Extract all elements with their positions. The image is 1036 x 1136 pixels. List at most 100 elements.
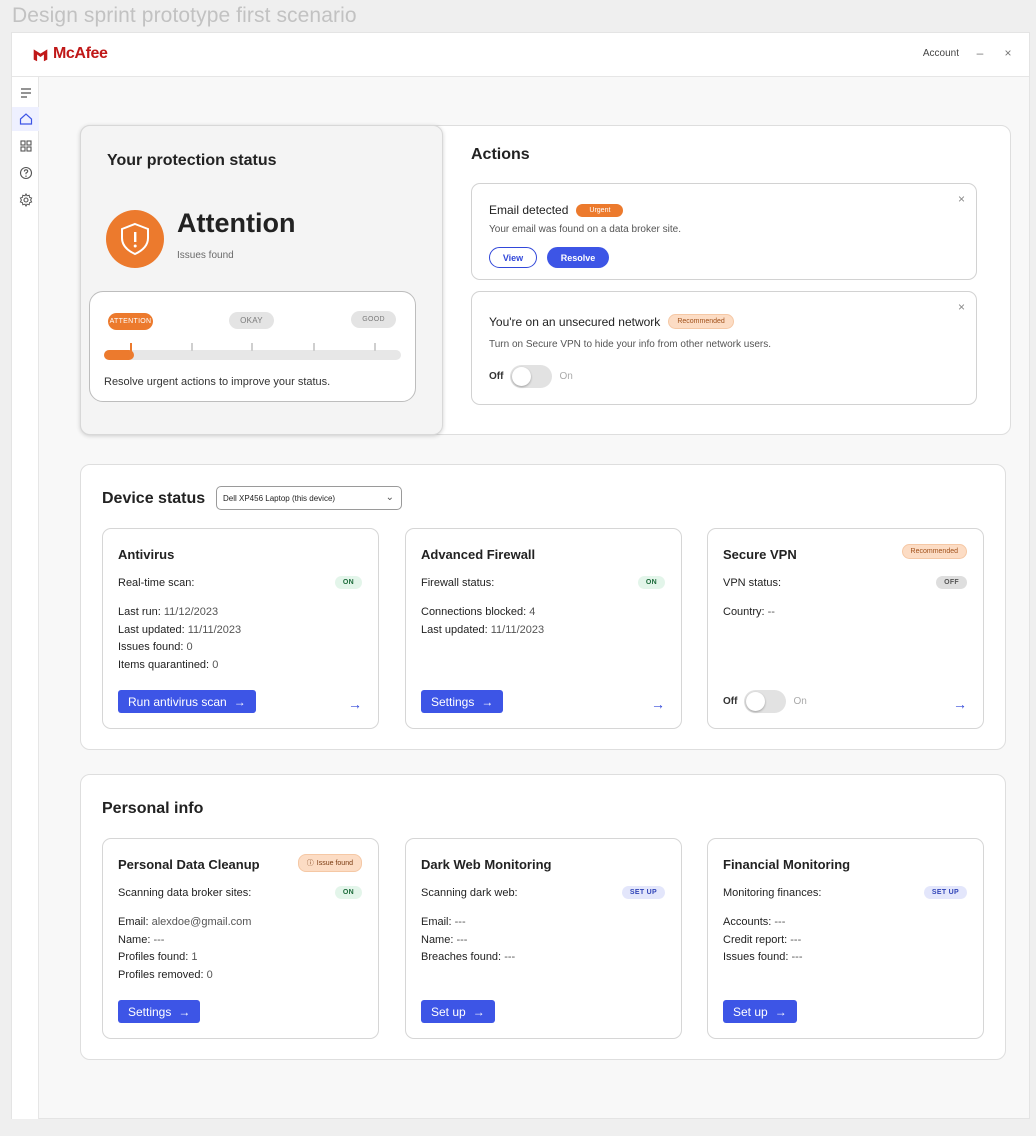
financial-setup-button[interactable]: Set up → — [723, 1000, 797, 1023]
toggle-on-label: On — [559, 371, 573, 382]
protection-title: Your protection status — [107, 152, 277, 169]
detail-value: 11/12/2023 — [163, 606, 219, 618]
detail-key: Issues found: — [723, 951, 789, 963]
canvas-label: Design sprint prototype first scenario — [12, 4, 357, 27]
card-details: Email: --- Name: --- Breaches found: --- — [421, 914, 515, 967]
detail-key: Accounts: — [723, 916, 772, 928]
menu-icon — [20, 88, 31, 98]
actions-title: Actions — [471, 146, 530, 163]
detail-value: --- — [504, 951, 516, 963]
alert-circle-icon: ⓘ — [306, 860, 314, 867]
close-window-button[interactable]: × — [1001, 46, 1015, 60]
recommended-badge: Recommended — [668, 314, 734, 329]
toggle-knob — [512, 367, 532, 386]
chevron-down-icon: ⌄ — [385, 492, 394, 503]
scale-tick — [191, 343, 193, 351]
brand-logo: McAfee — [32, 45, 108, 63]
status-chip: OFF — [936, 576, 967, 589]
open-antivirus-arrow-icon[interactable]: → — [348, 696, 362, 712]
device-select-value: Dell XP456 Laptop (this device) — [223, 493, 336, 503]
status-label: Scanning dark web: — [421, 887, 518, 899]
cleanup-settings-button[interactable]: Settings → — [118, 1000, 201, 1023]
account-menu[interactable]: Account — [923, 48, 959, 59]
card-title: Personal Data Cleanup — [118, 857, 260, 872]
detail-key: Items quarantined: — [118, 658, 210, 671]
card-details: Last run: 11/12/2023 Last updated: 11/11… — [118, 604, 241, 674]
sidebar-item-settings[interactable] — [12, 188, 39, 212]
open-vpn-arrow-icon[interactable]: → — [953, 696, 967, 712]
vpn-toggle-row: Off On — [723, 690, 807, 713]
detail-key: Issues found: — [118, 641, 184, 653]
button-label: Settings — [128, 1004, 172, 1019]
device-select[interactable]: Dell XP456 Laptop (this device) ⌄ — [216, 486, 402, 510]
view-button[interactable]: View — [489, 247, 537, 268]
button-label: Set up — [431, 1004, 466, 1019]
detail-key: Last run: — [118, 606, 161, 618]
detail-value: 11/11/2023 — [490, 623, 545, 636]
gear-icon — [19, 193, 32, 207]
toggle-off-label: Off — [723, 696, 738, 707]
card-title: Advanced Firewall — [421, 547, 536, 562]
arrow-right-icon: → — [472, 1004, 485, 1019]
resolve-button[interactable]: Resolve — [547, 247, 609, 268]
detail-value: --- — [153, 933, 165, 946]
protection-level: Attention — [177, 208, 296, 238]
detail-key: Profiles found: — [118, 951, 189, 963]
dismiss-action-close-icon[interactable]: × — [958, 192, 965, 206]
run-antivirus-scan-button[interactable]: Run antivirus scan → — [118, 690, 256, 713]
card-details: Connections blocked: 4 Last updated: 11/… — [421, 604, 544, 639]
minimize-button[interactable]: – — [973, 46, 987, 60]
detail-value: 0 — [212, 658, 219, 671]
badge-label: Issue found — [316, 859, 353, 867]
action-title: You're on an unsecured network — [489, 314, 661, 329]
status-label: Monitoring finances: — [723, 887, 822, 899]
detail-value: --- — [456, 933, 468, 946]
firewall-settings-button[interactable]: Settings → — [421, 690, 504, 713]
scale-track — [104, 343, 401, 360]
detail-value: --- — [791, 951, 803, 963]
vpn-toggle[interactable] — [744, 690, 787, 713]
card-details: Accounts: --- Credit report: --- Issues … — [723, 914, 803, 967]
arrow-right-icon: → — [774, 1004, 787, 1019]
toggle-knob — [746, 692, 766, 711]
card-details: Email: alexdoe@gmail.com Name: --- Profi… — [118, 914, 251, 984]
detail-key: Country: — [723, 606, 765, 618]
scale-tick — [313, 343, 315, 351]
detail-value: 4 — [529, 606, 536, 618]
detail-key: Name: — [118, 933, 151, 946]
detail-value: --- — [790, 933, 802, 946]
help-icon — [19, 166, 32, 180]
card-title: Secure VPN — [723, 547, 797, 562]
sidebar-item-help[interactable] — [12, 161, 39, 185]
sidebar-item-home[interactable] — [12, 107, 39, 131]
action-description: Turn on Secure VPN to hide your info fro… — [489, 339, 771, 350]
sidebar-menu-button[interactable] — [12, 81, 39, 105]
mcafee-shield-icon — [33, 48, 48, 61]
scale-label-attention: ATTENTION — [108, 313, 153, 330]
action-email-detected: Email detected Urgent Your email was fou… — [471, 183, 977, 280]
detail-value: -- — [767, 606, 775, 618]
brand-name: McAfee — [53, 45, 108, 62]
financial-monitoring-card: Financial Monitoring Monitoring finances… — [707, 838, 984, 1039]
firewall-card: Advanced Firewall Firewall status: ON Co… — [405, 528, 682, 729]
dark-web-setup-button[interactable]: Set up → — [421, 1000, 495, 1023]
detail-value: 0 — [186, 641, 193, 653]
scale-tick — [251, 343, 253, 351]
issue-found-badge: ⓘ Issue found — [297, 854, 362, 872]
action-description: Your email was found on a data broker si… — [489, 224, 681, 235]
grid-icon — [19, 140, 32, 152]
sidebar — [12, 77, 39, 1119]
detail-value: 1 — [191, 951, 198, 963]
secure-vpn-card: Secure VPN Recommended VPN status: OFF C… — [707, 528, 984, 729]
sidebar-item-apps[interactable] — [12, 134, 39, 158]
personal-data-cleanup-card: Personal Data Cleanup ⓘ Issue found Scann… — [102, 838, 379, 1039]
dark-web-monitoring-card: Dark Web Monitoring Scanning dark web: S… — [405, 838, 682, 1039]
dismiss-action-close-icon[interactable]: × — [958, 300, 965, 314]
open-firewall-arrow-icon[interactable]: → — [651, 696, 665, 712]
antivirus-card: Antivirus Real-time scan: ON Last run: 1… — [102, 528, 379, 729]
detail-value: --- — [774, 916, 786, 928]
status-chip: ON — [637, 576, 665, 589]
scale-note: Resolve urgent actions to improve your s… — [104, 376, 331, 388]
vpn-toggle[interactable] — [510, 365, 553, 388]
personal-info-card: Personal info Personal Data Cleanup ⓘ Iss… — [80, 774, 1006, 1060]
